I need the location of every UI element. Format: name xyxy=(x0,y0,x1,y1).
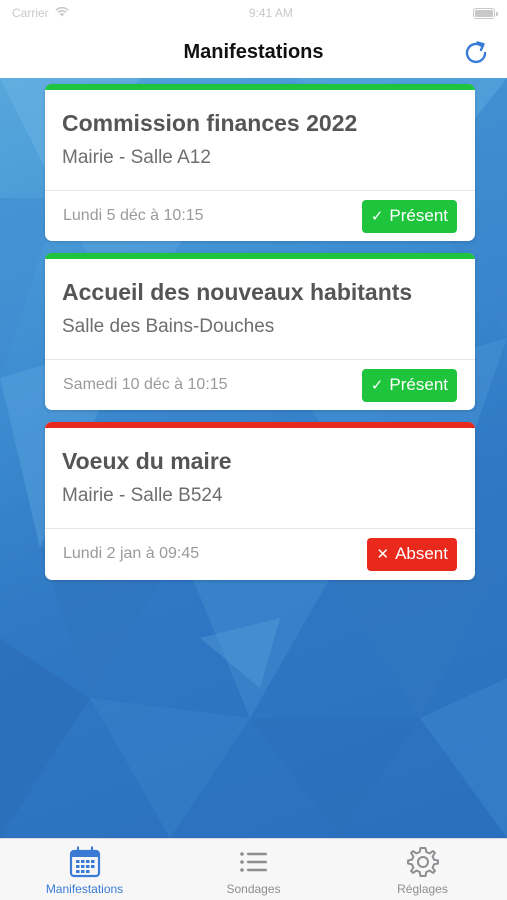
status-bar: Carrier 9:41 AM xyxy=(0,0,507,26)
calendar-icon xyxy=(69,846,100,878)
attendance-label: Présent xyxy=(389,206,448,225)
event-title: Voeux du maire xyxy=(62,448,232,474)
attendance-badge-absent[interactable]: ✕ Absent xyxy=(367,537,457,571)
tab-bar: Manifestations Sondages Réglages xyxy=(0,838,507,900)
carrier-label: Carrier xyxy=(12,6,49,20)
cross-icon: ✕ xyxy=(376,545,390,563)
navigation-bar: Manifestations xyxy=(0,26,507,78)
event-card[interactable]: Voeux du maire Mairie - Salle B524 Lundi… xyxy=(45,422,475,580)
status-color-bar xyxy=(45,253,475,259)
event-card[interactable]: Accueil des nouveaux habitants Salle des… xyxy=(45,253,475,410)
events-list[interactable]: Commission finances 2022 Mairie - Salle … xyxy=(0,78,507,838)
status-color-bar xyxy=(45,422,475,428)
page-title: Manifestations xyxy=(183,40,324,63)
refresh-button[interactable] xyxy=(459,36,493,70)
gear-icon xyxy=(406,847,439,877)
refresh-icon xyxy=(465,41,487,64)
event-date: Lundi 5 déc à 10:15 xyxy=(63,207,204,224)
event-card[interactable]: Commission finances 2022 Mairie - Salle … xyxy=(45,84,475,241)
event-title: Accueil des nouveaux habitants xyxy=(62,279,413,305)
tab-label: Réglages xyxy=(397,882,448,896)
attendance-label: Présent xyxy=(389,375,448,394)
tab-label: Sondages xyxy=(226,882,281,896)
status-left: Carrier xyxy=(12,6,69,20)
event-title: Commission finances 2022 xyxy=(62,110,358,136)
attendance-label: Absent xyxy=(395,544,448,563)
battery-icon xyxy=(472,7,498,19)
event-location: Mairie - Salle A12 xyxy=(62,147,211,168)
attendance-badge-present[interactable]: ✓ Présent xyxy=(361,368,457,402)
list-icon xyxy=(239,852,267,872)
attendance-badge-present[interactable]: ✓ Présent xyxy=(361,199,457,233)
status-time: 9:41 AM xyxy=(248,6,293,20)
tab-label: Manifestations xyxy=(45,882,124,896)
event-date: Samedi 10 déc à 10:15 xyxy=(63,376,228,393)
tab-sondages[interactable]: Sondages xyxy=(169,839,338,900)
event-location: Mairie - Salle B524 xyxy=(62,485,223,506)
event-date: Lundi 2 jan à 09:45 xyxy=(63,545,200,562)
event-location: Salle des Bains-Douches xyxy=(62,316,275,337)
status-color-bar xyxy=(45,84,475,90)
tab-reglages[interactable]: Réglages xyxy=(338,839,507,900)
wifi-icon xyxy=(55,6,69,20)
checkmark-icon: ✓ xyxy=(370,376,384,394)
checkmark-icon: ✓ xyxy=(370,207,384,225)
tab-manifestations[interactable]: Manifestations xyxy=(0,839,169,900)
